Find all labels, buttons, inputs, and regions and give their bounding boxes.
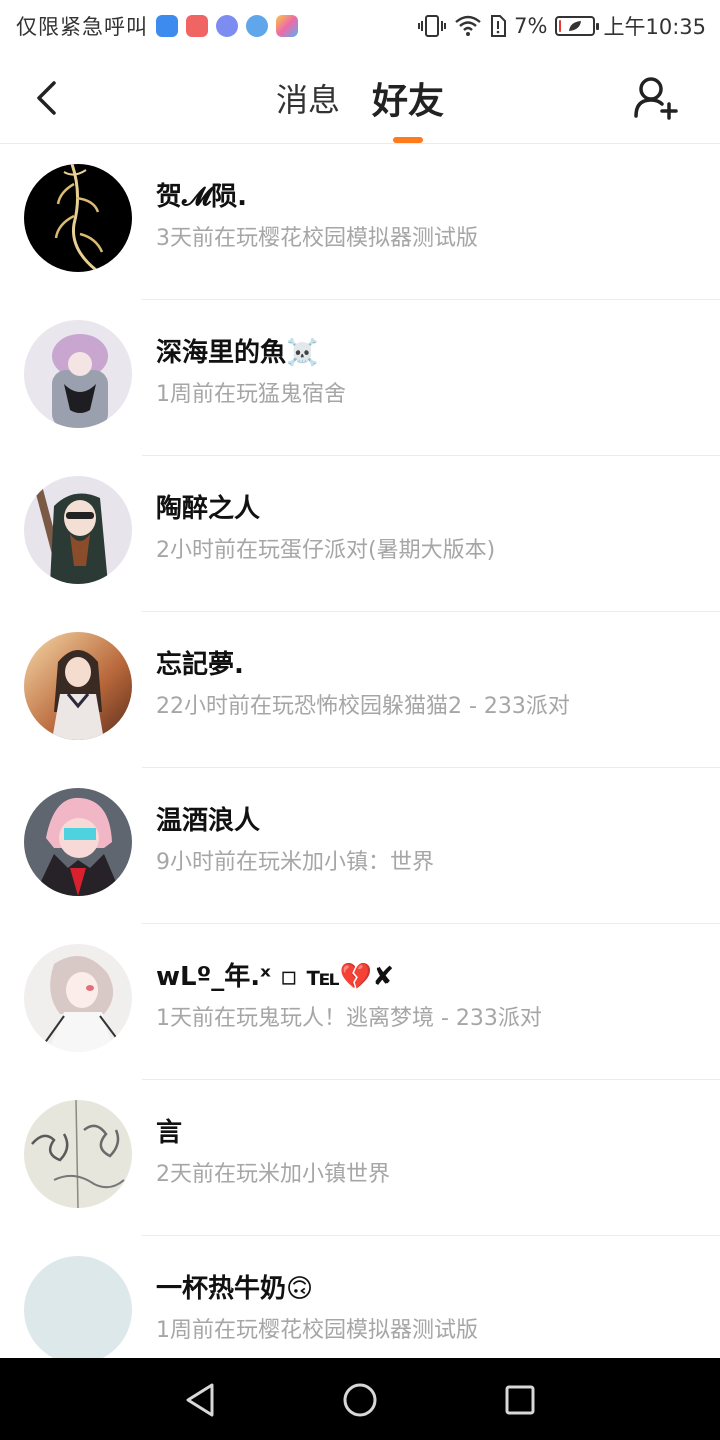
- triangle-back-icon: [186, 1383, 214, 1417]
- friend-row[interactable]: 温酒浪人 9小时前在玩米加小镇：世界: [0, 768, 720, 924]
- avatar: [24, 632, 132, 740]
- avatar: [24, 476, 132, 584]
- friend-name: 陶醉之人: [156, 494, 261, 524]
- tab-label: 消息: [275, 81, 340, 119]
- friend-name: 一杯热牛奶🙃: [156, 1274, 314, 1304]
- battery-icon: [555, 16, 600, 36]
- add-friend-button[interactable]: [630, 72, 680, 122]
- friend-list: 贺𝓜陨. 3天前在玩樱花校园模拟器测试版 深海里的魚☠️ 1周前在玩猛鬼宿舍 陶…: [0, 144, 720, 1392]
- friend-name: 贺𝓜陨.: [156, 182, 247, 212]
- leaf-icon: [569, 21, 582, 31]
- friend-status: 1天前在玩鬼玩人！逃离梦境 - 233派对: [156, 1006, 542, 1031]
- friend-status: 2天前在玩米加小镇世界: [156, 1162, 390, 1187]
- avatar: [24, 1100, 132, 1208]
- tab-friends[interactable]: 好友: [372, 70, 445, 143]
- wifi-icon: [455, 15, 481, 36]
- shield-app-icon: [156, 15, 178, 37]
- friend-row[interactable]: 陶醉之人 2小时前在玩蛋仔派对(暑期大版本): [0, 456, 720, 612]
- tab-label: 好友: [372, 81, 445, 122]
- friend-row[interactable]: 贺𝓜陨. 3天前在玩樱花校园模拟器测试版: [0, 144, 720, 300]
- status-bar-left: 仅限紧急呼叫: [16, 10, 298, 42]
- add-user-icon: [634, 77, 678, 120]
- sim-icon: [491, 15, 507, 37]
- friend-row[interactable]: 忘記夢. 22小时前在玩恐怖校园躲猫猫2 - 233派对: [0, 612, 720, 768]
- friend-row[interactable]: 深海里的魚☠️ 1周前在玩猛鬼宿舍: [0, 300, 720, 456]
- nav-back-button[interactable]: [178, 1378, 222, 1422]
- gallery-app-icon: [276, 15, 298, 37]
- avatar-image: [43, 956, 119, 1052]
- active-tab-indicator: [393, 137, 423, 143]
- tab-bar: 消息 好友: [0, 70, 720, 143]
- tab-messages[interactable]: 消息: [276, 70, 340, 126]
- status-bar: 仅限紧急呼叫 7% 上午10:35: [0, 0, 720, 52]
- friend-status: 9小时前在玩米加小镇：世界: [156, 850, 434, 875]
- battery-level: [559, 20, 562, 32]
- friend-status: 1周前在玩樱花校园模拟器测试版: [156, 1318, 478, 1343]
- nav-home-button[interactable]: [338, 1378, 382, 1422]
- avatar-image: [54, 164, 104, 272]
- avatar-image: [52, 650, 104, 740]
- clock: 上午10:35: [603, 15, 706, 39]
- friend-status: 2小时前在玩蛋仔派对(暑期大版本): [156, 538, 496, 563]
- carrier-text: 仅限紧急呼叫: [16, 15, 148, 39]
- friend-status: 22小时前在玩恐怖校园躲猫猫2 - 233派对: [156, 694, 570, 719]
- vibrate-icon: [418, 15, 447, 37]
- avatar: [24, 164, 132, 272]
- system-nav-bar: [0, 1358, 720, 1440]
- avatar-image: [34, 484, 108, 584]
- friend-status: 3天前在玩樱花校园模拟器测试版: [156, 226, 478, 251]
- friend-name: 言: [156, 1118, 183, 1148]
- red-app-icon: [186, 15, 208, 37]
- music-app-icon: [216, 15, 238, 37]
- square-recents-icon: [505, 1385, 535, 1415]
- avatar: [24, 1256, 132, 1364]
- friend-status: 1周前在玩猛鬼宿舍: [156, 382, 346, 407]
- avatar: [24, 944, 132, 1052]
- avatar-image: [31, 1100, 125, 1208]
- friend-row[interactable]: wLº_年.ˣ ▫ ℡💔✘ 1天前在玩鬼玩人！逃离梦境 - 233派对: [0, 924, 720, 1080]
- avatar-image: [52, 334, 108, 428]
- friend-name: 忘記夢.: [156, 650, 244, 680]
- app-header: 消息 好友: [0, 52, 720, 144]
- friend-name: wLº_年.ˣ ▫ ℡💔✘: [156, 962, 395, 992]
- circle-home-icon: [343, 1383, 377, 1417]
- avatar: [24, 320, 132, 428]
- avatar-image: [34, 797, 122, 896]
- nav-recents-button[interactable]: [498, 1378, 542, 1422]
- friend-row[interactable]: 言 2天前在玩米加小镇世界: [0, 1080, 720, 1236]
- friend-name: 温酒浪人: [156, 806, 261, 836]
- battery-percent: 7%: [514, 14, 548, 38]
- avatar: [24, 788, 132, 896]
- browser-app-icon: [246, 15, 268, 37]
- status-bar-right: 7% 上午10:35: [418, 10, 706, 42]
- friend-name: 深海里的魚☠️: [156, 338, 319, 368]
